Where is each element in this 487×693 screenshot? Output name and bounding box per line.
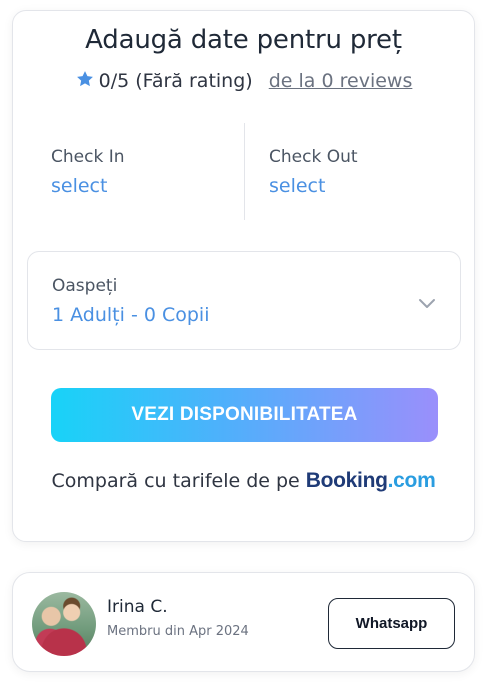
check-in-label: Check In bbox=[51, 147, 125, 167]
guests-dropdown[interactable]: Oaspeți 1 Adulți - 0 Copii bbox=[27, 251, 461, 350]
guests-label: Oaspeți bbox=[52, 276, 118, 296]
date-divider bbox=[244, 123, 245, 220]
check-availability-button[interactable]: VEZI DISPONIBILITATEA bbox=[51, 388, 438, 442]
guests-value: 1 Adulți - 0 Copii bbox=[52, 304, 210, 326]
booking-logo-main: Booking bbox=[305, 469, 388, 492]
host-name: Irina C. bbox=[107, 597, 168, 617]
booking-logo-suffix: .com bbox=[387, 469, 436, 492]
host-member-since: Membru din Apr 2024 bbox=[107, 624, 249, 639]
star-icon bbox=[76, 71, 93, 87]
compare-text: Compară cu tarifele de pe bbox=[51, 470, 300, 492]
host-card: Irina C. Membru din Apr 2024 Whatsapp bbox=[12, 572, 475, 672]
date-selector: Check In select Check Out select bbox=[13, 123, 474, 231]
avatar bbox=[32, 592, 96, 656]
widget-title: Adaugă date pentru preț bbox=[85, 25, 402, 55]
booking-card: Adaugă date pentru preț 0/5 (Fără rating… bbox=[12, 10, 475, 542]
compare-rates: Compară cu tarifele de pe Booking.com bbox=[13, 469, 474, 493]
check-out-select[interactable]: select bbox=[269, 175, 325, 197]
rating-score: 0/5 bbox=[98, 70, 130, 92]
rating-label: (Fără rating) bbox=[135, 70, 253, 92]
whatsapp-button[interactable]: Whatsapp bbox=[328, 598, 455, 649]
rating-row: 0/5 (Fără rating) de la 0 reviews bbox=[13, 69, 474, 92]
check-in-select[interactable]: select bbox=[51, 175, 107, 197]
reviews-link[interactable]: de la 0 reviews bbox=[269, 70, 413, 92]
check-out-label: Check Out bbox=[269, 147, 358, 167]
chevron-down-icon bbox=[419, 299, 435, 308]
booking-logo[interactable]: Booking.com bbox=[306, 469, 436, 492]
